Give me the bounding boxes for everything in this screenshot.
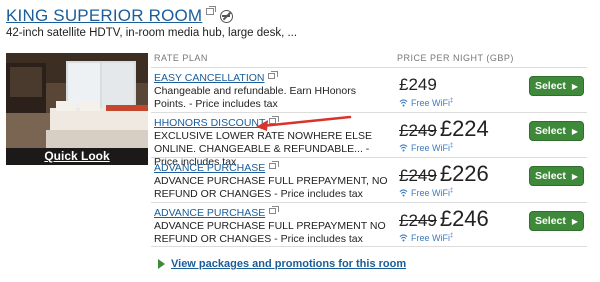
rate-plan-name[interactable]: ADVANCE PURCHASE xyxy=(154,207,265,219)
original-price: £249 xyxy=(399,166,437,185)
chevron-right-icon: ▶ xyxy=(571,171,579,181)
column-header-rate-plan: RATE PLAN xyxy=(154,53,208,63)
chevron-right-icon: ▶ xyxy=(571,81,579,91)
select-button-label: Select xyxy=(534,125,566,137)
wifi-icon xyxy=(399,144,408,152)
discounted-price: £224 xyxy=(439,116,489,141)
rate-plan-link[interactable]: ADVANCE PURCHASE xyxy=(154,206,280,219)
rate-plan-description: ADVANCE PURCHASE FULL PREPAYMENT NO REFU… xyxy=(154,220,386,245)
packages-link[interactable]: View packages and promotions for this ro… xyxy=(158,258,406,270)
rate-row: ADVANCE PURCHASE ADVANCE PURCHASE FULL P… xyxy=(151,157,587,202)
select-button[interactable]: Select ▶ xyxy=(529,121,584,141)
rate-plan-link[interactable]: EASY CANCELLATION xyxy=(154,71,279,84)
room-title-row: KING SUPERIOR ROOM xyxy=(6,5,234,27)
rate-plan-name[interactable]: EASY CANCELLATION xyxy=(154,72,264,84)
wifi-text: Free WiFi xyxy=(411,233,450,243)
rate-row: HHONORS DISCOUNT EXCLUSIVE LOWER RATE NO… xyxy=(151,112,587,168)
select-button[interactable]: Select ▶ xyxy=(529,211,584,231)
quick-look-link[interactable]: Quick Look xyxy=(6,148,148,165)
select-button-label: Select xyxy=(534,215,566,227)
select-button[interactable]: Select ▶ xyxy=(529,166,584,186)
select-button[interactable]: Select ▶ xyxy=(529,76,584,96)
rate-row: ADVANCE PURCHASE ADVANCE PURCHASE FULL P… xyxy=(151,202,587,247)
packages-link-label[interactable]: View packages and promotions for this ro… xyxy=(171,258,406,270)
room-description: 42-inch satellite HDTV, in-room media hu… xyxy=(6,27,298,39)
free-wifi-label: Free WiFi‡ xyxy=(399,188,453,198)
discounted-price: £226 xyxy=(439,161,489,186)
wifi-footnote-mark: ‡ xyxy=(450,233,454,239)
select-button-label: Select xyxy=(534,170,566,182)
chevron-right-icon: ▶ xyxy=(571,126,579,136)
free-wifi-label: Free WiFi‡ xyxy=(399,98,453,108)
external-link-icon[interactable] xyxy=(268,71,279,79)
wifi-footnote-mark: ‡ xyxy=(450,188,454,194)
wifi-footnote-mark: ‡ xyxy=(450,98,454,104)
rate-plan-description: ADVANCE PURCHASE FULL PREPAYMENT, NO REF… xyxy=(154,175,388,200)
chevron-right-icon: ▶ xyxy=(571,216,579,226)
room-photo[interactable]: Quick Look xyxy=(6,53,148,165)
rate-plan-link[interactable]: HHONORS DISCOUNT xyxy=(154,116,280,129)
external-link-icon[interactable] xyxy=(269,161,280,169)
wifi-text: Free WiFi xyxy=(411,143,450,153)
discounted-price: £246 xyxy=(439,206,489,231)
wifi-icon xyxy=(399,189,408,197)
column-header-price: PRICE PER NIGHT (GBP) xyxy=(397,53,514,63)
rate-plan-name[interactable]: HHONORS DISCOUNT xyxy=(154,117,265,129)
select-button-label: Select xyxy=(534,80,566,92)
no-smoking-icon xyxy=(220,9,234,23)
external-link-icon[interactable] xyxy=(269,206,280,214)
rate-table: EASY CANCELLATION Changeable and refunda… xyxy=(151,67,587,247)
wifi-text: Free WiFi xyxy=(411,98,450,108)
rate-row: EASY CANCELLATION Changeable and refunda… xyxy=(151,67,587,112)
external-link-icon[interactable] xyxy=(269,116,280,124)
price: £249 xyxy=(399,75,437,94)
wifi-footnote-mark: ‡ xyxy=(450,143,454,149)
wifi-icon xyxy=(399,234,408,242)
original-price: £249 xyxy=(399,211,437,230)
rate-plan-name[interactable]: ADVANCE PURCHASE xyxy=(154,162,265,174)
original-price: £249 xyxy=(399,121,437,140)
rate-plan-link[interactable]: ADVANCE PURCHASE xyxy=(154,161,280,174)
wifi-text: Free WiFi xyxy=(411,188,450,198)
free-wifi-label: Free WiFi‡ xyxy=(399,143,453,153)
play-arrow-icon xyxy=(158,259,165,269)
external-link-icon[interactable] xyxy=(206,5,217,15)
rate-plan-description: Changeable and refundable. Earn HHonors … xyxy=(154,85,356,110)
free-wifi-label: Free WiFi‡ xyxy=(399,233,453,243)
wifi-icon xyxy=(399,99,408,107)
room-title-link[interactable]: KING SUPERIOR ROOM xyxy=(6,6,202,26)
